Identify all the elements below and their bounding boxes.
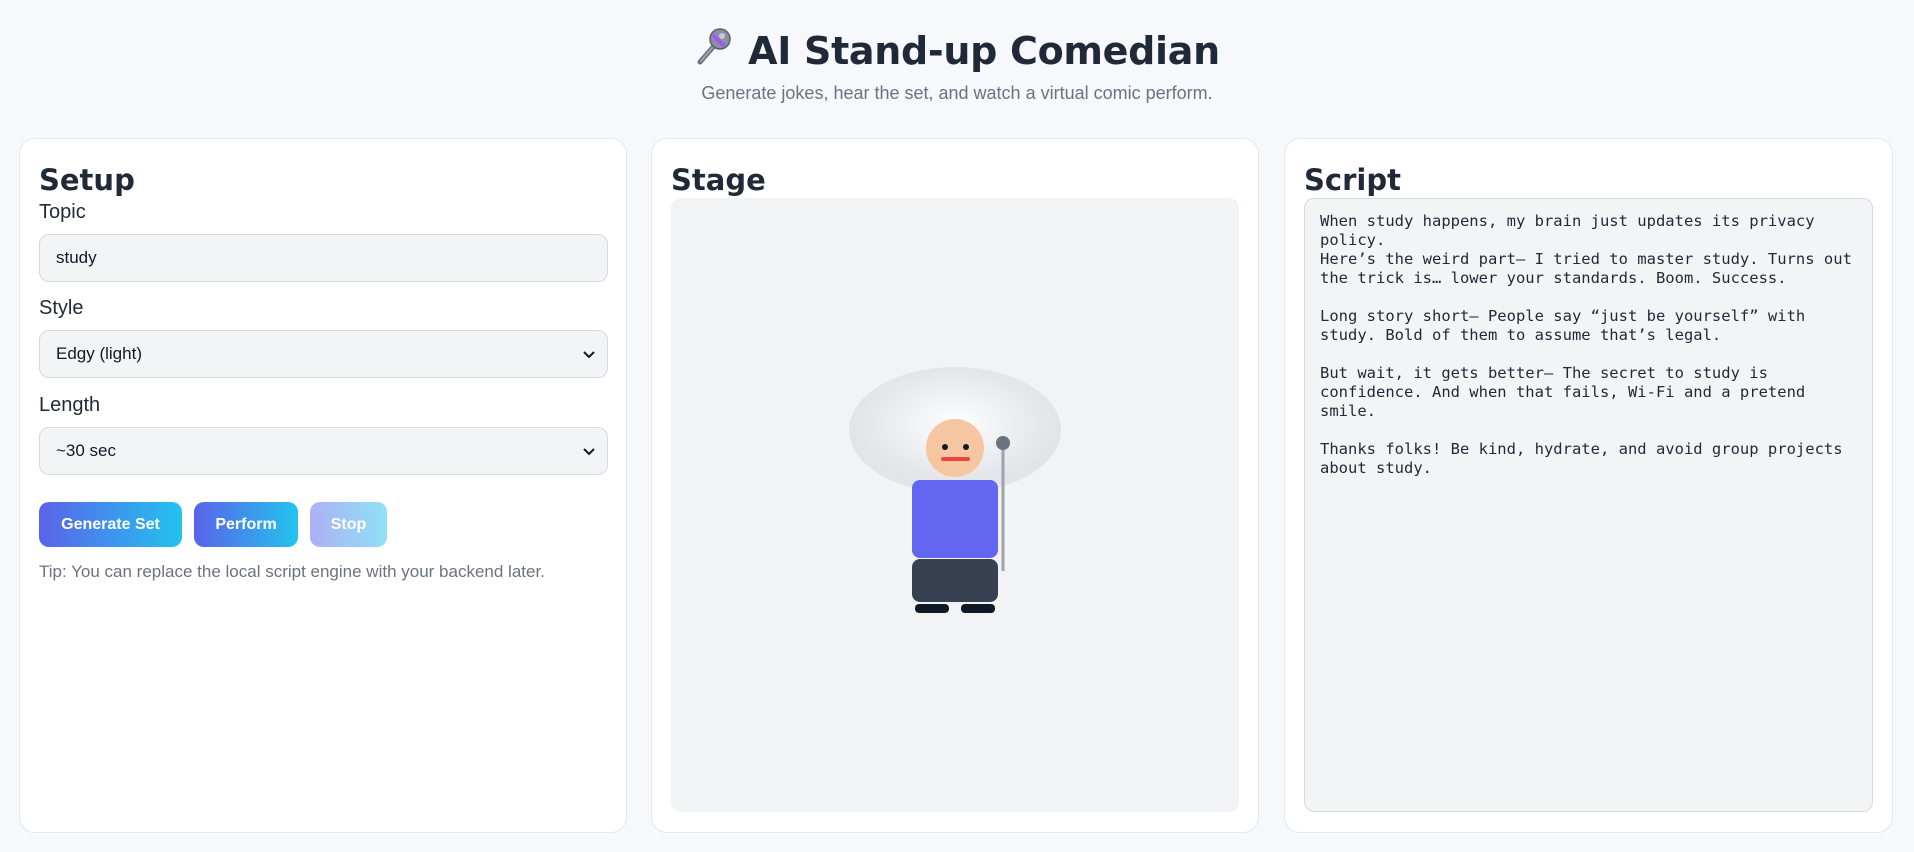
script-line: policy.	[1320, 231, 1386, 249]
script-line: confidence. And when that fails, Wi-Fi a…	[1320, 383, 1806, 401]
chevron-down-icon	[581, 443, 597, 464]
chevron-down-icon	[581, 346, 597, 367]
script-textarea[interactable]: When study happens, my brain just update…	[1304, 198, 1873, 812]
setup-panel: Setup Topic study Style Edgy (light) Len…	[19, 138, 627, 833]
script-title: Script	[1304, 163, 1401, 197]
generate-set-button[interactable]: Generate Set	[39, 502, 182, 547]
length-label: Length	[39, 394, 101, 416]
page-title: AI Stand-up Comedian	[694, 26, 1220, 75]
topic-label: Topic	[39, 201, 86, 223]
comic-foot-left	[915, 604, 949, 613]
script-line: study. Bold of them to assume that’s leg…	[1320, 326, 1722, 344]
stop-button[interactable]: Stop	[310, 502, 387, 547]
stage-title: Stage	[671, 163, 766, 197]
comic-head	[926, 419, 984, 477]
comic-body	[912, 480, 998, 558]
comic-legs	[912, 559, 998, 602]
topic-input-value: study	[56, 248, 97, 267]
script-line: the trick is… lower your standards. Boom…	[1320, 269, 1787, 287]
script-line	[1320, 345, 1857, 364]
stage-panel: Stage	[651, 138, 1259, 833]
page-subtitle: Generate jokes, hear the set, and watch …	[701, 83, 1213, 103]
script-line: smile.	[1320, 402, 1376, 420]
page-title-text: AI Stand-up Comedian	[748, 28, 1220, 73]
script-line: Long story short— People say “just be yo…	[1320, 307, 1806, 325]
setup-title: Setup	[39, 163, 135, 197]
topic-input[interactable]: study	[39, 234, 608, 282]
script-line	[1320, 421, 1857, 440]
style-select-value: Edgy (light)	[56, 344, 142, 363]
mic-head	[996, 436, 1010, 450]
script-line: about study.	[1320, 459, 1432, 477]
script-line: When study happens, my brain just update…	[1320, 212, 1815, 230]
script-line: Thanks folks! Be kind, hydrate, and avoi…	[1320, 440, 1843, 458]
comic-mouth	[941, 457, 970, 461]
style-label: Style	[39, 297, 84, 319]
perform-button[interactable]: Perform	[194, 502, 298, 547]
microphone-icon	[694, 26, 734, 75]
script-panel: Script When study happens, my brain just…	[1284, 138, 1893, 833]
length-select-value: ~30 sec	[56, 441, 117, 460]
stage-area	[671, 198, 1239, 812]
script-line: Here’s the weird part— I tried to master…	[1320, 250, 1852, 268]
length-select[interactable]: ~30 sec	[39, 427, 608, 475]
script-line: But wait, it gets better— The secret to …	[1320, 364, 1768, 382]
comic-foot-right	[961, 604, 995, 613]
page-header: AI Stand-up Comedian Generate jokes, hea…	[0, 26, 1914, 104]
tip-text: Tip: You can replace the local script en…	[39, 562, 545, 581]
comedian-figure	[849, 367, 1061, 613]
comic-eye-right	[963, 444, 969, 450]
comic-eye-left	[942, 444, 948, 450]
script-line	[1320, 288, 1857, 307]
style-select[interactable]: Edgy (light)	[39, 330, 608, 378]
